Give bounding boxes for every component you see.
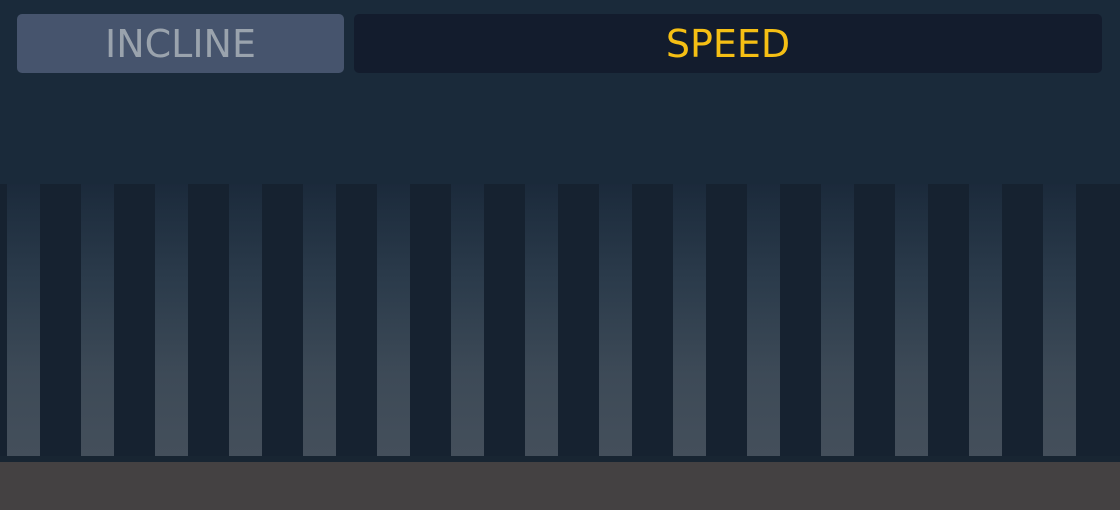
level-bar (1043, 184, 1076, 456)
level-bar (969, 184, 1002, 456)
level-bar (7, 184, 40, 456)
mode-tabs: INCLINE SPEED (17, 14, 1102, 73)
level-bar (895, 184, 928, 456)
level-bar (81, 184, 114, 456)
tab-incline[interactable]: INCLINE (17, 14, 344, 73)
level-bar (525, 184, 558, 456)
tab-incline-label: INCLINE (105, 21, 256, 66)
level-bar (377, 184, 410, 456)
level-bar (303, 184, 336, 456)
level-bar (821, 184, 854, 456)
app-window: INCLINE SPEED (0, 0, 1120, 510)
level-bar (599, 184, 632, 456)
tab-speed-label: SPEED (665, 21, 791, 66)
footer-bar (0, 462, 1120, 510)
level-bar (155, 184, 188, 456)
level-bars (0, 184, 1120, 456)
level-bar (229, 184, 262, 456)
tab-speed[interactable]: SPEED (354, 14, 1102, 73)
level-bar (673, 184, 706, 456)
level-bar (451, 184, 484, 456)
level-bar (747, 184, 780, 456)
